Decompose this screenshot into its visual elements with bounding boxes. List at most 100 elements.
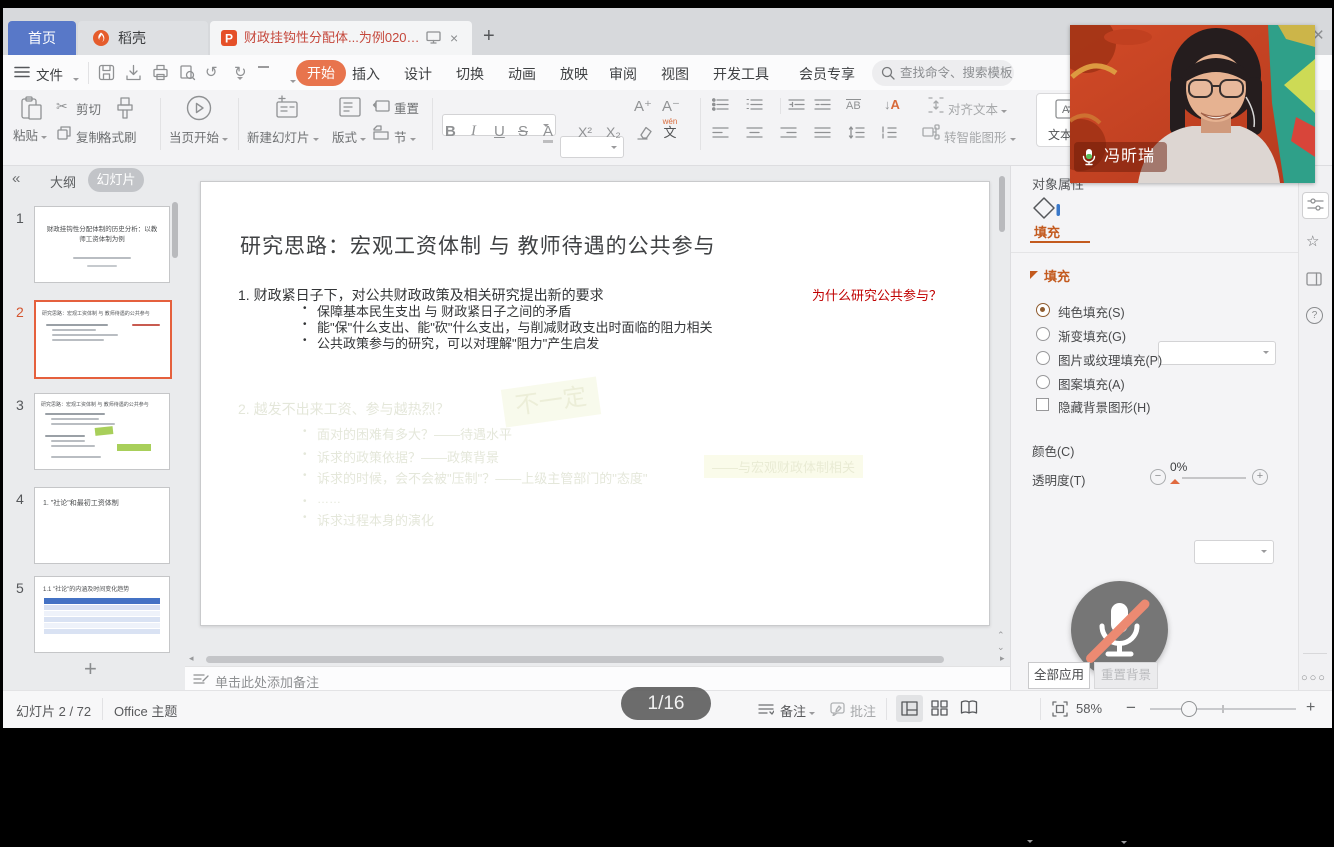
view-normal-button[interactable] — [896, 695, 923, 722]
webcam-video[interactable]: 冯昕瑞 — [1070, 25, 1315, 183]
slide-thumbnail-5[interactable]: 1.1 "社论"的内涵及时间变化趋势 — [34, 576, 170, 653]
reset-button[interactable]: 重置 — [394, 98, 419, 117]
panel-tab-slides[interactable]: 幻灯片 — [88, 168, 144, 192]
ribbon-tab-insert[interactable]: 插入 — [352, 64, 380, 84]
close-tab-icon[interactable]: × — [450, 21, 458, 55]
redo-icon[interactable]: ↻ — [234, 63, 247, 81]
justify-icon[interactable] — [814, 126, 831, 139]
transparency-slider-track[interactable] — [1182, 477, 1246, 479]
section-button[interactable]: 节 — [394, 127, 416, 146]
radio-solid-fill-label[interactable]: 纯色填充(S) — [1058, 302, 1125, 321]
menu-file[interactable]: 文件 — [36, 64, 63, 84]
object-properties-strip-button[interactable] — [1302, 192, 1329, 219]
checkbox-hide-background-label[interactable]: 隐藏背景图形(H) — [1058, 397, 1150, 416]
ribbon-tab-devtools[interactable]: 开发工具 — [713, 64, 769, 84]
fit-slide-icon[interactable] — [1052, 701, 1068, 717]
view-sorter-button[interactable] — [931, 700, 948, 716]
line-spacing-icon[interactable] — [848, 126, 865, 139]
phonetic-guide-button[interactable]: wén 文 — [660, 118, 680, 139]
view-reading-button[interactable] — [960, 700, 978, 715]
notes-bar[interactable]: 单击此处添加备注 — [185, 666, 1010, 691]
transparency-plus-button[interactable]: + — [1252, 469, 1268, 485]
print-preview-icon[interactable] — [179, 64, 196, 81]
increase-indent-icon[interactable] — [814, 98, 831, 111]
tab-home[interactable]: 首页 — [8, 21, 76, 55]
underline-icon[interactable]: U — [494, 123, 505, 140]
sort-text-icon[interactable]: ↓A — [884, 97, 900, 112]
slide-title[interactable]: 研究思路：宏观工资体制 与 教师待遇的公共参与 — [240, 230, 716, 260]
new-tab-button[interactable]: + — [483, 25, 495, 48]
customize-toolbar-icon[interactable] — [258, 66, 269, 68]
new-slide-button[interactable]: 新建幻灯片 — [247, 127, 319, 146]
slide-thumbnail-2-selected[interactable]: 研究思路：宏观工资体制 与 教师待遇的公共参与 — [34, 300, 172, 379]
tab-document[interactable]: P 财政挂钩性分配体...为例0205v1 × — [210, 21, 472, 55]
help-icon[interactable]: ? — [1306, 307, 1323, 324]
more-options-dots-icon[interactable]: ○○○ — [1301, 672, 1327, 684]
zoom-slider-handle[interactable] — [1181, 701, 1197, 717]
ribbon-tab-member[interactable]: 会员专享 — [799, 64, 855, 84]
decrease-indent-icon[interactable] — [788, 98, 805, 111]
bullet-list-icon[interactable] — [712, 98, 729, 111]
prev-slide-chevron-icon[interactable]: ⌃ — [997, 630, 1005, 641]
hamburger-icon[interactable] — [14, 66, 30, 78]
play-from-current-button[interactable]: 当页开始 — [169, 127, 228, 146]
reset-background-button[interactable]: 重置背景 — [1094, 662, 1158, 689]
properties-tab-fill[interactable]: 填充 — [1034, 222, 1060, 241]
radio-picture-fill-label[interactable]: 图片或纹理填充(P) — [1058, 350, 1162, 369]
next-slide-chevron-icon[interactable]: ⌄ — [997, 642, 1005, 653]
theme-name[interactable]: Office 主题 — [114, 701, 177, 720]
transparency-slider-handle[interactable] — [1170, 474, 1180, 484]
to-smartart-button[interactable]: 转智能图形 — [944, 127, 1016, 146]
paste-button[interactable]: 粘贴 — [13, 125, 47, 144]
radio-gradient-fill[interactable] — [1036, 327, 1050, 341]
radio-pattern-fill-label[interactable]: 图案填充(A) — [1058, 374, 1125, 393]
cut-button[interactable]: 剪切 — [76, 99, 101, 118]
ribbon-tab-review[interactable]: 审阅 — [609, 64, 637, 84]
fill-style-select[interactable] — [1158, 341, 1276, 365]
comments-button[interactable]: 批注 — [850, 701, 876, 720]
zoom-out-button[interactable]: − — [1126, 698, 1136, 718]
radio-solid-fill[interactable] — [1036, 303, 1050, 317]
decrease-font-icon[interactable]: A⁻ — [662, 97, 680, 115]
add-slide-button[interactable]: + — [84, 656, 97, 682]
zoom-in-button[interactable]: + — [1306, 699, 1315, 717]
print-icon[interactable] — [152, 64, 169, 81]
hscroll-left-arrow-icon[interactable]: ◂ — [189, 653, 194, 664]
align-left-icon[interactable] — [712, 126, 729, 139]
zoom-caret-icon[interactable] — [1121, 841, 1127, 847]
save-icon[interactable] — [98, 64, 115, 81]
slide-side-note-red[interactable]: 为什么研究公共参与？ — [812, 285, 942, 304]
slide-thumbnail-3[interactable]: 研究思路：宏观工资体制 与 教师待遇的公共参与 — [34, 393, 170, 470]
status-caret-icon[interactable] — [1027, 840, 1033, 846]
ribbon-tab-design[interactable]: 设计 — [404, 64, 432, 84]
hscroll-right-arrow-icon[interactable]: ▸ — [1000, 653, 1005, 664]
subscript-icon[interactable]: X₂ — [606, 124, 621, 140]
panel-scrollbar[interactable] — [172, 202, 178, 258]
format-painter-button[interactable]: 格式刷 — [99, 127, 137, 146]
color-select[interactable] — [1194, 540, 1274, 564]
undo-icon[interactable]: ↺ — [205, 63, 218, 81]
strikethrough-icon[interactable]: S — [518, 123, 528, 140]
share-screen-icon[interactable] — [426, 31, 441, 44]
clear-format-icon[interactable] — [636, 126, 652, 140]
ribbon-tab-animation[interactable]: 动画 — [508, 64, 536, 84]
paragraph-spacing-icon[interactable] — [880, 126, 897, 139]
favorites-star-icon[interactable]: ☆ — [1306, 232, 1319, 250]
zoom-value[interactable]: 58% — [1076, 701, 1102, 716]
transparency-minus-button[interactable]: − — [1150, 469, 1166, 485]
bold-icon[interactable]: B — [445, 123, 456, 140]
increase-font-icon[interactable]: A⁺ — [634, 97, 652, 115]
numbered-list-icon[interactable] — [746, 98, 763, 111]
tab-docer[interactable]: 稻壳 — [78, 21, 208, 55]
superscript-icon[interactable]: X² — [578, 124, 592, 140]
command-search[interactable]: 查找命令、搜索模板 — [872, 60, 1014, 86]
slide-thumbnail-1[interactable]: 财政挂钩性分配体制的历史分析：以教师工资体制为例 — [34, 206, 170, 283]
radio-pattern-fill[interactable] — [1036, 375, 1050, 389]
ribbon-tab-slideshow[interactable]: 放映 — [560, 64, 588, 84]
ribbon-tab-start[interactable]: 开始 — [296, 60, 346, 86]
copy-button[interactable]: 复制 — [76, 127, 101, 146]
vertical-scrollbar[interactable] — [999, 176, 1005, 232]
italic-icon[interactable]: I — [471, 123, 476, 140]
font-color-icon[interactable]: A — [543, 123, 553, 143]
horizontal-scrollbar[interactable] — [206, 656, 944, 663]
